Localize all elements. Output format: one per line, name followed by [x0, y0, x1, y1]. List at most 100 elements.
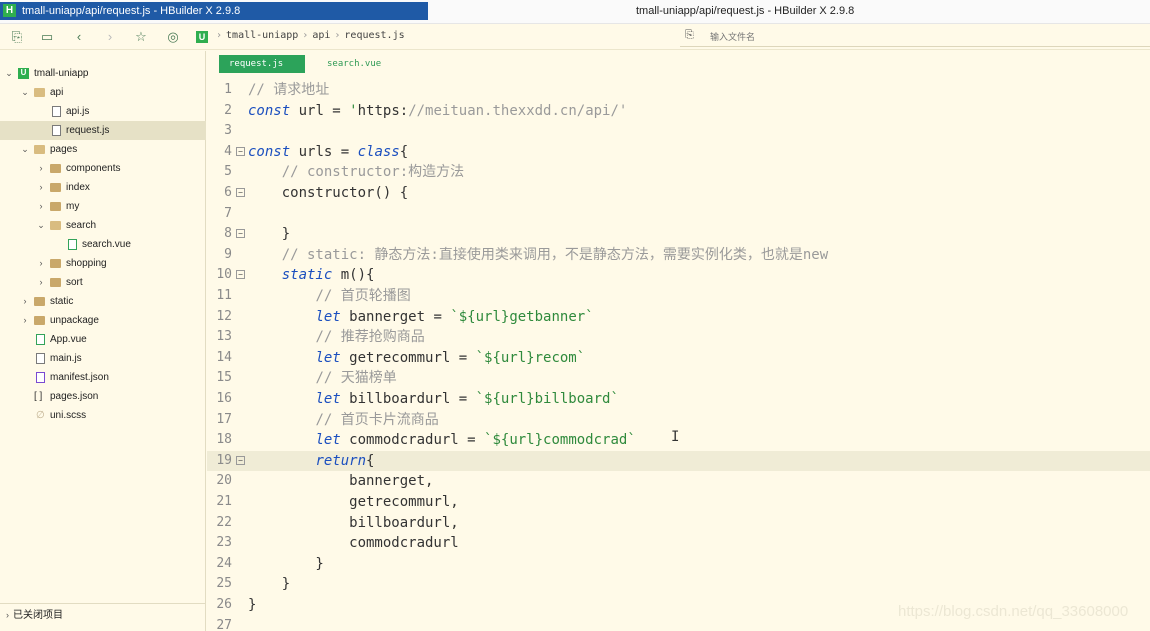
fold-toggle-icon[interactable]: −	[236, 270, 245, 280]
code-line[interactable]: 5 // constructor:构造方法	[207, 162, 1150, 183]
js-file-icon	[52, 106, 61, 117]
code-line[interactable]: 24 }	[207, 554, 1150, 575]
fold-toggle-icon[interactable]: −	[236, 146, 245, 156]
tree-item-label: my	[66, 201, 80, 212]
code-line[interactable]: 21 getrecommurl,	[207, 492, 1150, 513]
chevron-down-icon[interactable]: ⌄	[36, 216, 46, 235]
code-line[interactable]: 2 const url = 'https://meituan.thexxdd.cn…	[207, 101, 1150, 122]
editor-tabs: request.js search.vue	[207, 51, 1150, 75]
breadcrumb-item-folder[interactable]: api	[312, 30, 330, 41]
window-title-right: tmall-uniapp/api/request.js - HBuilder X…	[636, 5, 855, 17]
code-line[interactable]: 14 let getrecommurl = `${url}recom`	[207, 348, 1150, 369]
tree-item-app-vue[interactable]: App.vue	[0, 330, 206, 349]
chevron-down-icon[interactable]: ⌄	[20, 83, 30, 102]
code-line[interactable]: 6− constructor() {	[207, 183, 1150, 204]
project-explorer: ⌄ U tmall-uniapp ⌄ api api.js request.js…	[0, 51, 206, 631]
tab-request-js[interactable]: request.js	[219, 55, 305, 73]
chevron-right-icon[interactable]: ›	[36, 159, 46, 178]
tree-item-label: components	[66, 163, 121, 174]
closed-projects-section[interactable]: › 已关闭项目	[0, 603, 206, 625]
breadcrumb-item-project[interactable]: tmall-uniapp	[226, 30, 298, 41]
tree-item-uni-scss[interactable]: ∅ uni.scss	[0, 406, 206, 425]
code-line[interactable]: 3	[207, 121, 1150, 142]
tree-item-static[interactable]: › static	[0, 292, 206, 311]
tree-item-pages[interactable]: ⌄ pages	[0, 140, 206, 159]
tree-item-shopping[interactable]: › shopping	[0, 254, 206, 273]
code-line[interactable]: 20 bannerget,	[207, 471, 1150, 492]
tree-item-unpackage[interactable]: › unpackage	[0, 311, 206, 330]
fold-toggle-icon[interactable]: −	[236, 229, 245, 239]
tree-item-api[interactable]: ⌄ api	[0, 83, 206, 102]
run-icon[interactable]: ◎	[164, 28, 182, 46]
code-line[interactable]: 16 let billboardurl = `${url}billboard`	[207, 389, 1150, 410]
line-number: 17	[216, 411, 232, 427]
tree-item-search-vue[interactable]: search.vue	[0, 235, 206, 254]
code-line[interactable]: 12 let bannerget = `${url}getbanner`	[207, 307, 1150, 328]
code-line[interactable]: 8− }	[207, 224, 1150, 245]
chevron-right-icon[interactable]: ›	[6, 610, 9, 620]
chevron-right-icon[interactable]: ›	[36, 254, 46, 273]
chevron-right-icon[interactable]: ›	[36, 197, 46, 216]
chevron-down-icon[interactable]: ⌄	[4, 64, 14, 83]
code-line[interactable]: 7	[207, 204, 1150, 225]
code-text: return{	[315, 452, 375, 469]
chevron-right-icon[interactable]: ›	[20, 311, 30, 330]
code-line[interactable]: 25 }	[207, 574, 1150, 595]
vue-file-icon	[68, 239, 77, 250]
vue-file-icon	[36, 334, 45, 345]
folder-icon	[34, 316, 45, 325]
tree-item-search[interactable]: ⌄ search	[0, 216, 206, 235]
tree-item-components[interactable]: › components	[0, 159, 206, 178]
tree-item-pages-json[interactable]: [ ] pages.json	[0, 387, 206, 406]
chevron-right-icon[interactable]: ›	[36, 178, 46, 197]
tree-item-main-js[interactable]: main.js	[0, 349, 206, 368]
tree-item-sort[interactable]: › sort	[0, 273, 206, 292]
tree-item-label: index	[66, 182, 90, 193]
folder-icon	[50, 202, 61, 211]
code-text: // constructor:构造方法	[281, 164, 465, 181]
file-search-input[interactable]	[710, 29, 1010, 45]
window-title-left[interactable]: H tmall-uniapp/api/request.js - HBuilder…	[0, 2, 428, 20]
tree-item-index[interactable]: › index	[0, 178, 206, 197]
tree-item-tmall-uniapp[interactable]: ⌄ U tmall-uniapp	[0, 64, 206, 83]
tree-item-api-js[interactable]: api.js	[0, 102, 206, 121]
tab-search-vue[interactable]: search.vue	[317, 55, 391, 73]
copy-icon[interactable]: ⎘	[8, 28, 26, 46]
line-number: 7	[224, 205, 232, 221]
code-line[interactable]: 9 // static: 静态方法:直接使用类来调用，不是静态方法，需要实例化类…	[207, 245, 1150, 266]
code-line[interactable]: 17 // 首页卡片流商品	[207, 410, 1150, 431]
code-line[interactable]: 10− static m(){	[207, 265, 1150, 286]
window-title-text: tmall-uniapp/api/request.js - HBuilder X…	[22, 5, 241, 17]
tree-item-label: shopping	[66, 258, 107, 269]
breadcrumb: U › tmall-uniapp › api › request.js	[196, 30, 405, 43]
code-line[interactable]: 4− const urls = class{	[207, 142, 1150, 163]
tree-item-manifest-json[interactable]: manifest.json	[0, 368, 206, 387]
folder-icon	[50, 183, 61, 192]
tree-item-request-js[interactable]: request.js	[0, 121, 206, 140]
code-line[interactable]: 19− return{	[207, 450, 1150, 472]
forward-icon[interactable]: ›	[101, 28, 119, 46]
code-line[interactable]: 22 billboardurl,	[207, 513, 1150, 534]
code-line[interactable]: 11 // 首页轮播图	[207, 286, 1150, 307]
back-icon[interactable]: ‹	[70, 28, 88, 46]
code-text: commodcradurl	[248, 535, 459, 552]
breadcrumb-separator: ›	[216, 30, 223, 41]
code-line[interactable]: 1 // 请求地址	[207, 80, 1150, 101]
code-text: const url = 'https://meituan.thexxdd.cn/…	[248, 102, 628, 119]
chevron-down-icon[interactable]: ⌄	[20, 140, 30, 159]
code-line[interactable]: 13 // 推荐抢购商品	[207, 327, 1150, 348]
fold-toggle-icon[interactable]: −	[236, 188, 245, 197]
chevron-right-icon[interactable]: ›	[36, 273, 46, 292]
code-line[interactable]: 23 commodcradurl	[207, 533, 1150, 554]
tree-item-my[interactable]: › my	[0, 197, 206, 216]
code-editor[interactable]: 1 // 请求地址 2 const url = 'https://meituan.th…	[207, 80, 1150, 631]
fold-toggle-icon[interactable]: −	[236, 455, 245, 465]
chevron-right-icon[interactable]: ›	[20, 292, 30, 311]
tree-item-label: main.js	[50, 353, 82, 364]
star-icon[interactable]: ☆	[132, 28, 150, 46]
breadcrumb-item-file[interactable]: request.js	[344, 30, 404, 41]
save-icon[interactable]: ▭	[38, 28, 56, 46]
code-text: }	[248, 576, 291, 593]
line-number: 15	[216, 370, 232, 386]
code-line[interactable]: 15 // 天猫榜单	[207, 368, 1150, 389]
